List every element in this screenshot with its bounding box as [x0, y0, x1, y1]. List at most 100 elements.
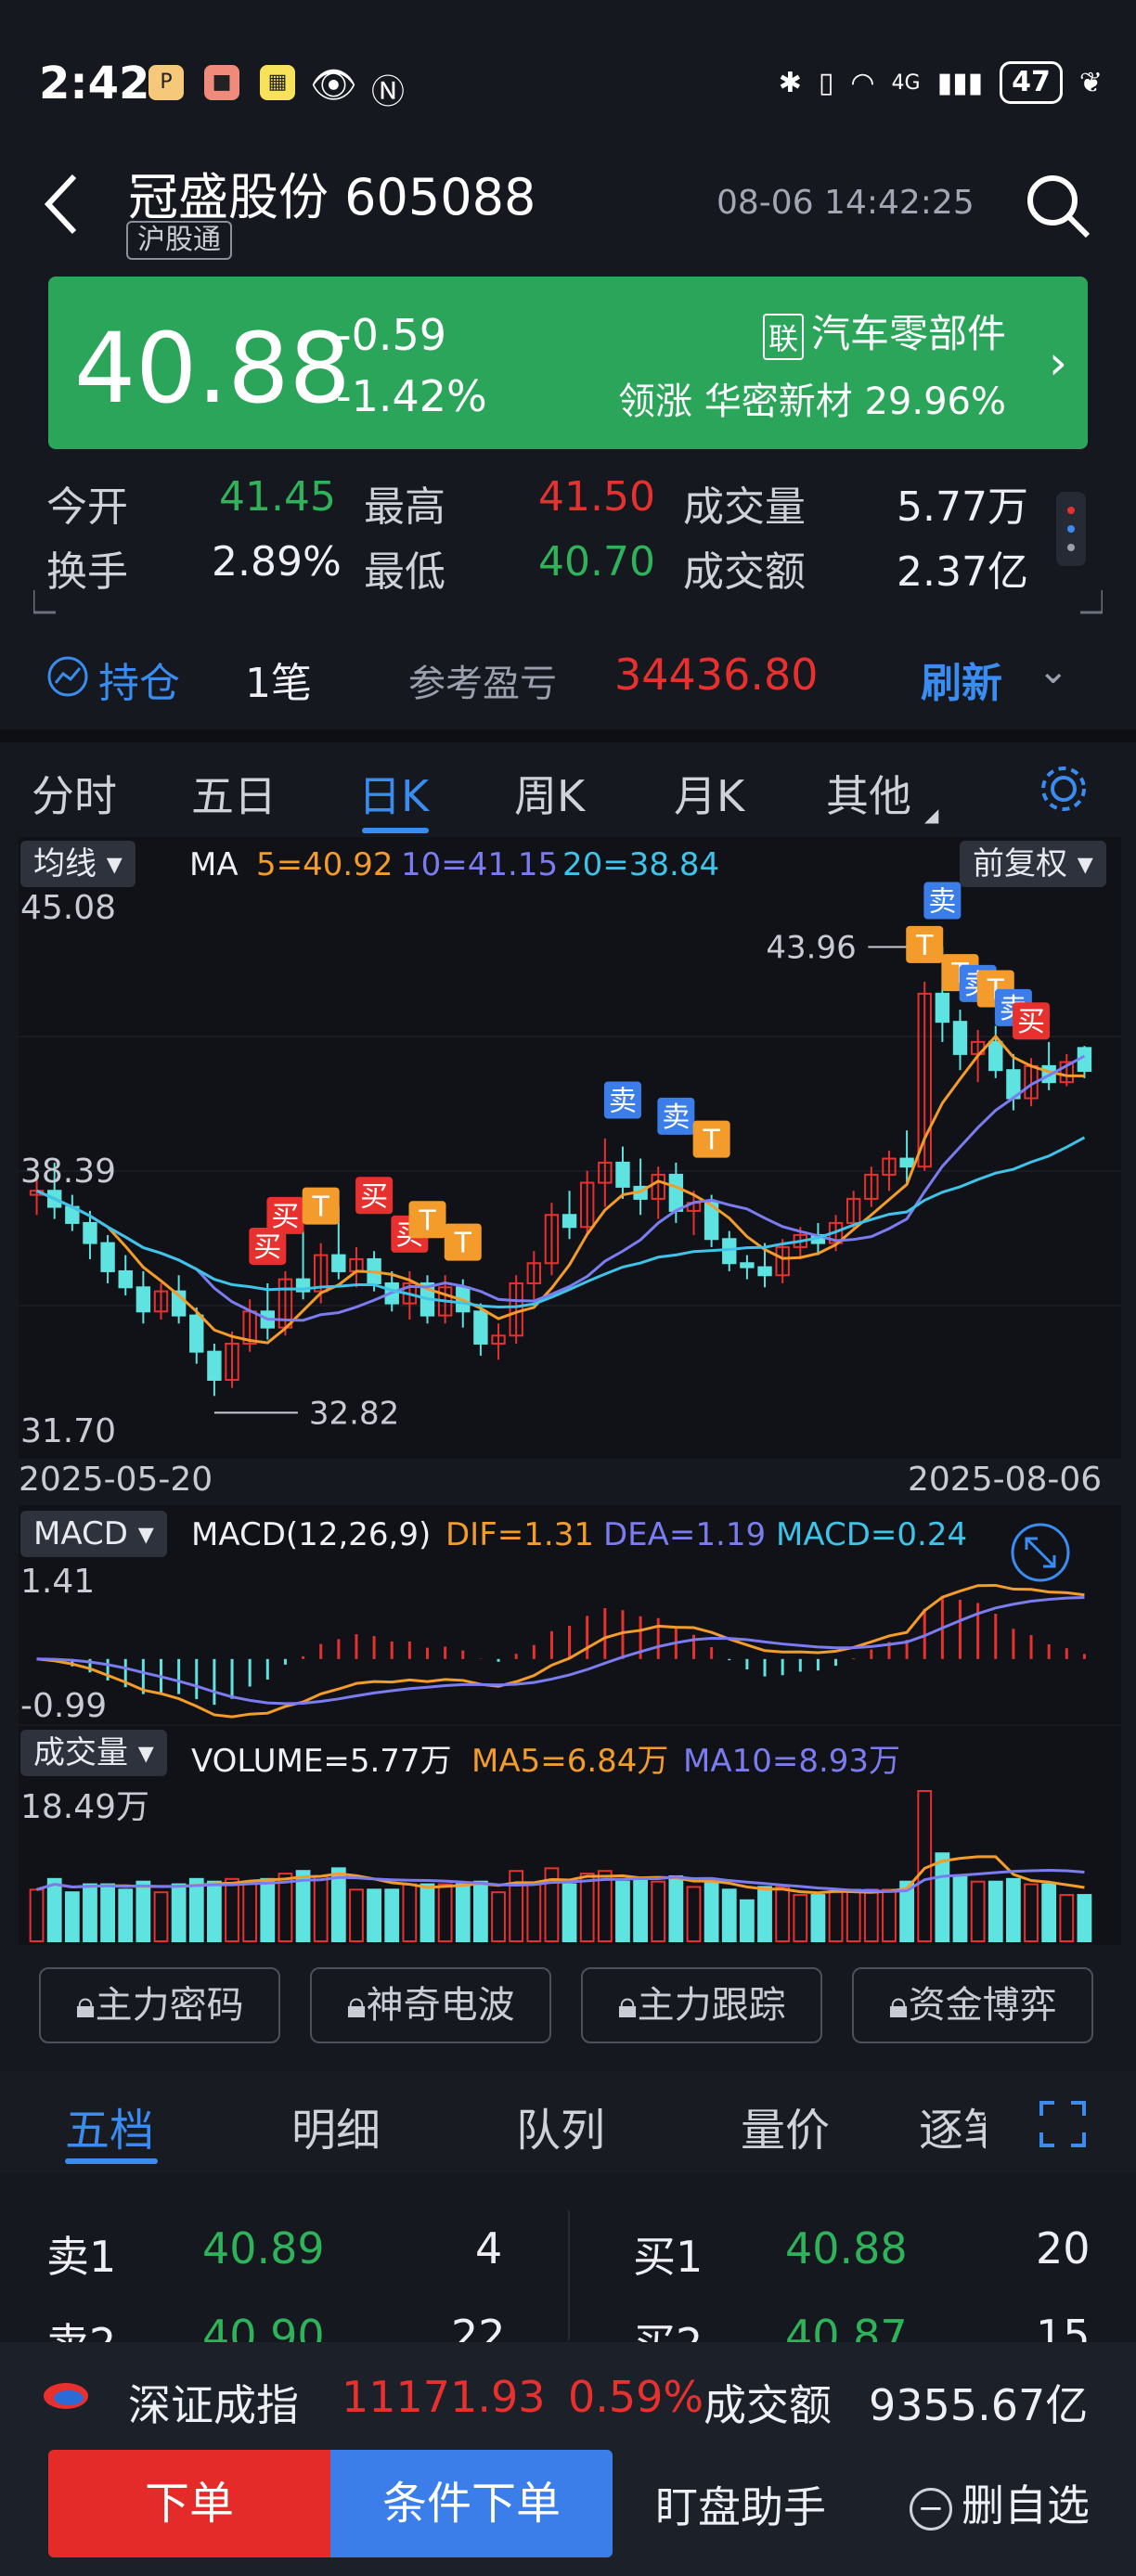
tool-main-code-button[interactable]: 🔒︎主力密码: [39, 1967, 280, 2043]
sell1-price[interactable]: 40.89: [202, 2223, 325, 2273]
volume-bar: [153, 1891, 169, 1943]
kline-candle: [331, 1254, 346, 1272]
volume-bar: [225, 1877, 239, 1942]
tab-five-day[interactable]: 五日: [191, 763, 277, 824]
dea-line: [36, 1595, 1085, 1706]
tab-five-levels[interactable]: 五档: [65, 2093, 154, 2158]
connect-tag[interactable]: 沪股通: [126, 221, 232, 260]
sell1-volume: 4: [475, 2223, 503, 2273]
buy1-price[interactable]: 40.88: [785, 2223, 908, 2273]
volume-dropdown[interactable]: 成交量 ▾: [20, 1730, 167, 1776]
tab-intraday[interactable]: 分时: [32, 763, 117, 824]
change-percent: -1.42%: [336, 371, 487, 421]
change-amount: -0.59: [336, 310, 447, 360]
price-change: -0.59 -1.42%: [336, 304, 487, 427]
order-book-divider: [568, 2210, 570, 2340]
index-amount-label: 成交额: [704, 2380, 832, 2430]
volume-panel[interactable]: 成交量 ▾ VOLUME=5.77万 MA5=6.84万 MA10=8.93万 …: [19, 1726, 1121, 1945]
kline-candle: [83, 1221, 97, 1244]
kline-panel[interactable]: 43.9632.82买买T买买TT卖卖TT卖T卖T卖买 均线 ▾ MA 5=40…: [19, 837, 1121, 1459]
dif-legend: DIF=1.31: [445, 1516, 594, 1553]
volume-label: 成交量: [683, 483, 806, 531]
more-quote-button[interactable]: [1056, 492, 1086, 566]
volume-bar: [1041, 1883, 1057, 1942]
volume-bar: [1059, 1894, 1075, 1942]
tab-details[interactable]: 明细: [291, 2093, 381, 2158]
leader-pct: 29.96%: [864, 380, 1006, 423]
volume-bar: [704, 1880, 719, 1942]
kline-candle: [615, 1161, 630, 1188]
volume-bar: [83, 1883, 97, 1942]
tab-weekly-k[interactable]: 周K: [514, 763, 585, 824]
index-value: 11171.93: [342, 2372, 546, 2422]
volume-legend: VOLUME=5.77万: [191, 1743, 452, 1780]
tab-other[interactable]: 其他: [826, 763, 911, 824]
tab-monthly-k[interactable]: 月K: [674, 763, 744, 824]
macd-dropdown[interactable]: MACD ▾: [20, 1511, 167, 1557]
volume-bar: [349, 1888, 364, 1943]
leader-label: 领涨: [618, 380, 693, 423]
index-name: 深证成指: [128, 2380, 299, 2430]
volume-bar: [100, 1883, 115, 1942]
tool-magic-wave-button[interactable]: 🔒︎神奇电波: [310, 1967, 551, 2043]
sector-tag[interactable]: 联汽车零部件: [762, 303, 1006, 360]
high-label: 最高: [364, 483, 445, 531]
stock-title: 冠盛股份 605088: [128, 168, 536, 226]
volume-bar: [455, 1883, 471, 1942]
remove-watchlist-button[interactable]: − 删自选: [910, 2472, 1090, 2533]
kline-candle: [899, 1157, 914, 1168]
kline-y-bottom: 31.70: [20, 1412, 117, 1450]
fullscreen-icon[interactable]: [1038, 2099, 1088, 2149]
chevron-down-icon[interactable]: ⌄: [1038, 650, 1069, 692]
signal-buy-label: 买: [253, 1231, 281, 1264]
macd-panel[interactable]: MACD ▾ MACD(12,26,9) DIF=1.31 DEA=1.19 M…: [19, 1505, 1121, 1725]
tool-main-track-button[interactable]: 🔒︎主力跟踪: [581, 1967, 822, 2043]
order-book: [0, 2173, 1136, 2350]
lock-icon: 🔒︎: [617, 1984, 638, 2027]
volume-bar: [579, 1873, 595, 1943]
kline-candle: [757, 1266, 772, 1277]
tool-fund-game-button[interactable]: 🔒︎资金博弈: [852, 1967, 1093, 2043]
ma-indicator-dropdown[interactable]: 均线 ▾: [20, 841, 136, 887]
search-button[interactable]: [1025, 173, 1091, 239]
price-banner[interactable]: 40.88 -0.59 -1.42% 联汽车零部件 领涨 华密新材 29.96%…: [48, 277, 1088, 449]
volume-bar: [935, 1852, 950, 1942]
back-arrow-icon: [44, 174, 77, 235]
kline-candle: [562, 1214, 577, 1229]
tab-queue[interactable]: 队列: [516, 2093, 605, 2158]
kline-candle: [207, 1350, 222, 1381]
tab-tick-by-tick[interactable]: 逐笔: [919, 2093, 986, 2158]
macd-y-top: 1.41: [20, 1563, 96, 1601]
chevron-right-icon: ›: [1049, 336, 1067, 390]
tab-volume-price[interactable]: 量价: [741, 2093, 830, 2158]
back-button[interactable]: [37, 167, 93, 241]
order-button[interactable]: 下单: [48, 2450, 330, 2557]
expand-arrows-icon[interactable]: [1008, 1520, 1073, 1585]
volume-bar: [1006, 1877, 1021, 1942]
signal-icon: ▮▮▮: [936, 66, 984, 99]
watch-assistant-button[interactable]: 盯盘助手: [655, 2474, 826, 2535]
signal-buy-label: 买: [360, 1180, 388, 1213]
leader-name: 华密新材: [704, 380, 853, 423]
tab-daily-k[interactable]: 日K: [358, 763, 429, 824]
volume-bar: [775, 1886, 791, 1942]
buy1-volume: 20: [1036, 2223, 1091, 2273]
position-row[interactable]: 持仓 1笔 参考盈亏 34436.80 刷新 ⌄: [0, 622, 1136, 731]
adjust-dropdown[interactable]: 前复权 ▾: [960, 841, 1106, 887]
section-divider: [0, 729, 1136, 742]
volume-bar: [188, 1877, 204, 1942]
index-pct: 0.59%: [568, 2372, 704, 2422]
volume-bar: [721, 1888, 737, 1943]
low-label: 最低: [364, 548, 445, 596]
leaf-icon: ❦: [1078, 66, 1103, 99]
volume-bar: [171, 1883, 187, 1942]
conditional-order-button[interactable]: 条件下单: [330, 2450, 613, 2557]
kline-y-mid: 38.39: [20, 1153, 117, 1191]
kline-chart: 43.9632.82买买T买买TT卖卖TT卖T卖T卖买: [19, 882, 1121, 1432]
settings-gear-icon[interactable]: [1038, 763, 1090, 815]
ma20-legend: 20=38.84: [562, 846, 720, 883]
volume-value: 5.77万: [897, 483, 1028, 531]
wifi-icon: ◠: [850, 66, 875, 99]
refresh-button[interactable]: 刷新: [921, 650, 1002, 709]
sector-name: 汽车零部件: [810, 311, 1006, 356]
